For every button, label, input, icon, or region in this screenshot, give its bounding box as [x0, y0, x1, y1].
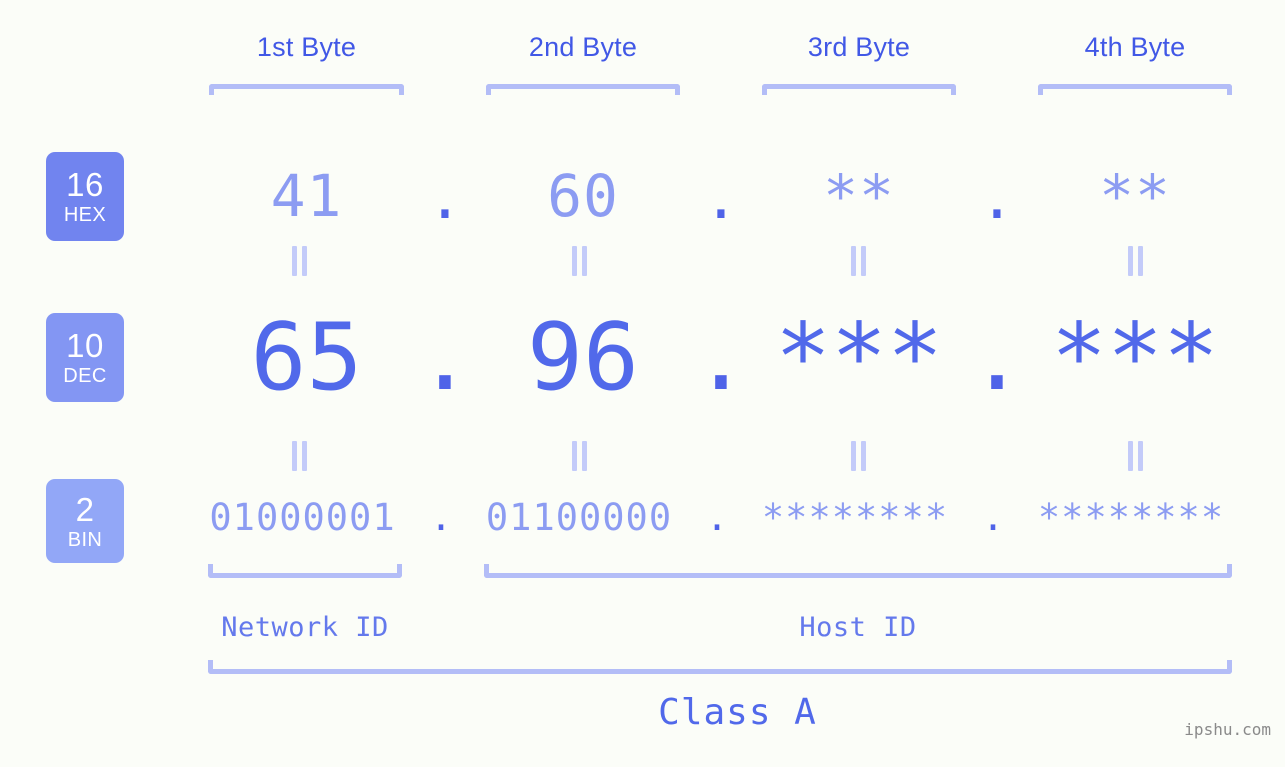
equals-connector-dec-bin-4: [1128, 441, 1143, 471]
bin-separator-3: .: [981, 495, 1005, 539]
hex-octet-1: 41: [270, 162, 343, 230]
hex-octet-3: **: [823, 162, 895, 230]
dec-octet-4: ***: [1051, 303, 1219, 411]
bin-octet-4: ********: [1037, 495, 1225, 539]
byte-bracket-4: [1038, 84, 1232, 95]
equals-connector-dec-bin-2: [572, 441, 587, 471]
dec-value-row: 65 . 96 . *** . ***: [140, 296, 1265, 418]
dec-octet-2: 96: [527, 303, 639, 411]
dec-octet-1: 65: [250, 303, 363, 411]
bin-value-row: 01000001 . 01100000 . ******** . *******…: [140, 487, 1265, 547]
byte-bracket-1: [209, 84, 404, 95]
equals-connector-hex-dec-4: [1128, 246, 1143, 276]
class-label-text: Class A: [658, 692, 817, 733]
class-bracket: [208, 660, 1232, 674]
equals-connector-hex-dec-1: [292, 246, 307, 276]
byte-header-4: 4th Byte: [1084, 32, 1186, 62]
hex-value-row: 41 . 60 . ** . **: [140, 150, 1265, 242]
bin-octet-3: ********: [761, 495, 949, 539]
base-badge-dec-number: 10: [66, 327, 104, 364]
host-id-bracket: [484, 564, 1232, 578]
dec-octet-3: ***: [775, 303, 943, 411]
byte-header-1: 1st Byte: [256, 32, 357, 62]
base-badge-dec: 10 DEC: [46, 313, 124, 402]
hex-separator-1: .: [427, 164, 463, 232]
base-badge-bin-number: 2: [75, 490, 95, 528]
base-badge-hex: 16 HEX: [46, 152, 124, 241]
bin-octet-1: 01000001: [209, 495, 396, 539]
equals-connector-dec-bin-1: [292, 441, 307, 471]
ip-address-breakdown-diagram: 1st Byte 2nd Byte 3rd Byte 4th Byte 16 H…: [0, 0, 1285, 767]
base-badge-hex-number: 16: [66, 166, 104, 203]
class-label: Class A: [0, 692, 1285, 733]
base-badge-dec-abbr: DEC: [63, 365, 107, 387]
hex-octet-2: 60: [547, 162, 619, 230]
network-id-label: Network ID: [221, 612, 389, 643]
hex-separator-3: .: [979, 164, 1015, 232]
dec-separator-2: .: [693, 303, 749, 411]
base-badge-bin-abbr: BIN: [67, 528, 103, 551]
bin-separator-2: .: [705, 495, 729, 539]
base-badge-hex-abbr: HEX: [63, 204, 107, 226]
site-watermark: ipshu.com: [1184, 720, 1271, 739]
byte-bracket-2: [486, 84, 680, 95]
equals-connector-hex-dec-2: [572, 246, 587, 276]
byte-header-3: 3rd Byte: [807, 32, 911, 62]
dec-separator-3: .: [969, 303, 1025, 411]
bin-octet-2: 01100000: [485, 495, 673, 539]
equals-connector-hex-dec-3: [851, 246, 866, 276]
bin-separator-1: .: [429, 495, 453, 539]
base-badge-bin: 2 BIN: [46, 479, 124, 563]
dec-separator-1: .: [417, 303, 473, 411]
hex-octet-4: **: [1099, 162, 1171, 230]
byte-bracket-3: [762, 84, 956, 95]
equals-connector-dec-bin-3: [851, 441, 866, 471]
hex-separator-2: .: [703, 164, 739, 232]
byte-header-2: 2nd Byte: [528, 32, 638, 62]
host-id-label: Host ID: [799, 612, 917, 643]
network-id-bracket: [208, 564, 402, 578]
